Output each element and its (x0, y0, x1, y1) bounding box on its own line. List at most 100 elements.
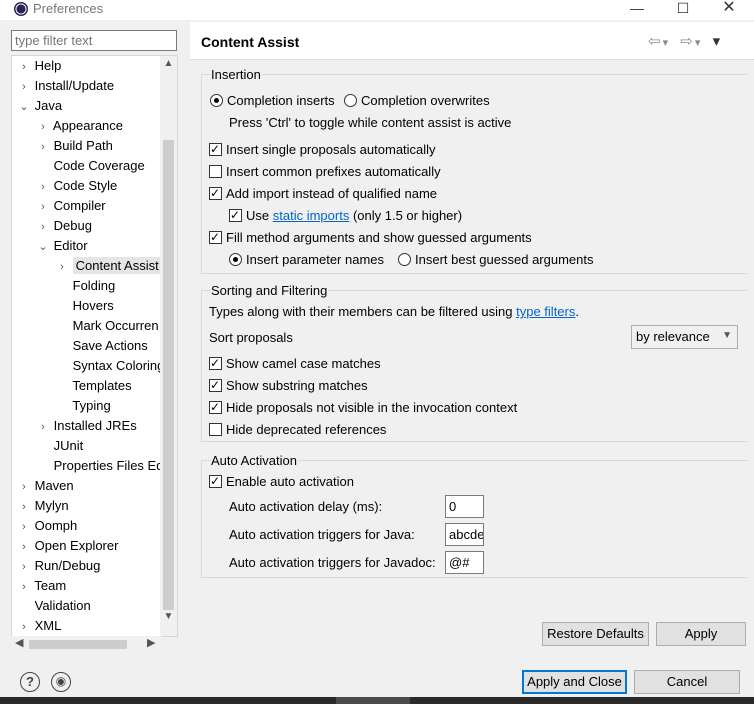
tree-item[interactable]: Validation (17, 596, 91, 616)
close-button[interactable]: ✕ (706, 0, 752, 19)
tree-item[interactable]: › Maven (17, 476, 74, 496)
scroll-thumb[interactable] (163, 140, 174, 610)
filter-input[interactable] (11, 30, 177, 51)
chevron-right-icon[interactable]: › (36, 217, 50, 237)
restore-defaults-button[interactable]: Restore Defaults (542, 622, 649, 646)
back-menu-icon[interactable]: ▾ (663, 36, 669, 49)
tree-item[interactable]: › Run/Debug (17, 556, 100, 576)
chevron-right-icon[interactable]: › (36, 417, 50, 437)
use-static-imports-checkbox[interactable]: Use static imports (only 1.5 or higher) (229, 207, 462, 226)
tree-item-label: Compiler (53, 198, 106, 213)
chevron-right-icon[interactable]: › (36, 177, 50, 197)
tree-item[interactable]: Code Coverage (36, 156, 145, 176)
tree-item[interactable]: JUnit (36, 436, 84, 456)
tree-vertical-scrollbar[interactable]: ▲ ▼ (160, 56, 177, 636)
add-import-checkbox[interactable]: Add import instead of qualified name (209, 185, 437, 204)
tree-item[interactable]: Templates (55, 376, 131, 396)
help-icon[interactable]: ? (20, 672, 40, 692)
chevron-down-icon[interactable]: ⌄ (17, 97, 31, 117)
substring-checkbox[interactable]: Show substring matches (209, 377, 368, 396)
javadoc-triggers-input[interactable]: @# (445, 551, 484, 574)
tree-item[interactable]: › XML (17, 616, 61, 636)
tree-item-label: Oomph (34, 518, 78, 533)
chevron-down-icon[interactable]: ⌄ (36, 237, 50, 257)
back-arrow-icon[interactable]: ⇦ (648, 32, 661, 50)
tree-item[interactable]: Properties Files Ed (36, 456, 164, 476)
tree-horizontal-scrollbar[interactable]: ◀ ▶ (11, 636, 161, 652)
insert-single-checkbox[interactable]: Insert single proposals automatically (209, 141, 436, 160)
sorting-legend: Sorting and Filtering (210, 283, 329, 298)
scroll-down-icon[interactable]: ▼ (160, 611, 177, 622)
scroll-left-icon[interactable]: ◀ (15, 636, 23, 649)
tree-item[interactable]: › Build Path (36, 136, 113, 156)
preferences-import-icon[interactable]: ◉ (51, 672, 71, 692)
tree-item[interactable]: › Installed JREs (36, 416, 137, 436)
hide-deprecated-checkbox[interactable]: Hide deprecated references (209, 422, 386, 440)
forward-arrow-icon[interactable]: ⇨ (680, 32, 693, 50)
chevron-right-icon[interactable]: › (17, 57, 31, 77)
chevron-right-icon[interactable]: › (17, 577, 31, 597)
chevron-right-icon[interactable]: › (17, 557, 31, 577)
taskbar-strip (0, 697, 754, 704)
type-filters-link[interactable]: type filters (516, 304, 575, 319)
tree-item[interactable]: Typing (55, 396, 110, 416)
tree-item[interactable]: Hovers (55, 296, 114, 316)
chevron-right-icon[interactable]: › (17, 537, 31, 557)
cancel-button[interactable]: Cancel (634, 670, 740, 694)
tree-item[interactable]: ⌄ Java (17, 96, 62, 116)
completion-inserts-radio[interactable]: Completion inserts (210, 93, 335, 111)
chevron-right-icon[interactable]: › (36, 137, 50, 157)
camel-case-checkbox[interactable]: Show camel case matches (209, 355, 381, 374)
tree-item[interactable]: Save Actions (55, 336, 148, 356)
tree-item[interactable]: › Content Assist (55, 256, 162, 276)
tree-item[interactable]: › Mylyn (17, 496, 68, 517)
insert-best-guessed-radio[interactable]: Insert best guessed arguments (398, 252, 594, 270)
tree-item[interactable]: Syntax Coloring (55, 356, 165, 376)
chevron-right-icon[interactable]: › (36, 117, 50, 137)
apply-and-close-button[interactable]: Apply and Close (522, 670, 627, 694)
tree-item[interactable]: › Help (17, 56, 61, 76)
insert-common-checkbox[interactable]: Insert common prefixes automatically (209, 164, 441, 182)
tree-item[interactable]: › Appearance (36, 116, 123, 136)
completion-overwrites-radio[interactable]: Completion overwrites (344, 93, 490, 111)
forward-menu-icon[interactable]: ▾ (695, 36, 701, 49)
tree-item[interactable]: Mark Occurren (55, 316, 159, 336)
chevron-right-icon[interactable]: › (17, 617, 31, 636)
fill-method-checkbox[interactable]: Fill method arguments and show guessed a… (209, 229, 532, 248)
tree-item[interactable]: › Compiler (36, 196, 106, 217)
chevron-right-icon[interactable]: › (17, 497, 31, 517)
scroll-up-icon[interactable]: ▲ (160, 58, 177, 69)
tree-item-label: Validation (34, 598, 91, 613)
sort-proposals-select[interactable]: by relevance ▼ (631, 325, 738, 349)
tree-item-label: JUnit (53, 438, 84, 453)
tree-item[interactable]: › Install/Update (17, 76, 114, 96)
chevron-right-icon[interactable]: › (36, 197, 50, 217)
minimize-button[interactable]: — (614, 0, 660, 19)
hscroll-thumb[interactable] (29, 640, 127, 649)
tree-item[interactable]: › Team (17, 576, 66, 596)
chevron-right-icon[interactable]: › (17, 517, 31, 537)
chevron-right-icon[interactable]: › (55, 257, 69, 277)
tree-item[interactable]: › Code Style (36, 176, 117, 196)
tree-item[interactable]: ⌄ Editor (36, 236, 87, 257)
java-triggers-input[interactable]: abcdefghijklmnopqrstuvwxyz (445, 523, 484, 546)
static-imports-link[interactable]: static imports (273, 208, 350, 223)
tree-item-label: Open Explorer (34, 538, 119, 553)
maximize-button[interactable]: ☐ (660, 0, 706, 19)
delay-input[interactable]: 0 (445, 495, 484, 518)
tree-item[interactable]: Folding (55, 276, 116, 296)
tree-item[interactable]: › Oomph (17, 516, 77, 536)
scroll-right-icon[interactable]: ▶ (147, 636, 155, 649)
chevron-right-icon[interactable]: › (17, 77, 31, 97)
javadoc-triggers-label: Auto activation triggers for Javadoc: (229, 555, 436, 570)
tree-item[interactable]: › Open Explorer (17, 536, 118, 556)
java-triggers-label: Auto activation triggers for Java: (229, 527, 415, 542)
insert-param-names-radio[interactable]: Insert parameter names (229, 252, 384, 270)
hide-invisible-checkbox[interactable]: Hide proposals not visible in the invoca… (209, 399, 517, 418)
enable-auto-activation-checkbox[interactable]: Enable auto activation (209, 473, 354, 492)
tree-item[interactable]: › Debug (36, 216, 92, 236)
apply-button[interactable]: Apply (656, 622, 746, 646)
view-menu-icon[interactable]: ▾ (713, 32, 721, 50)
chevron-right-icon[interactable]: › (17, 477, 31, 497)
tree-item-label: Syntax Coloring (72, 358, 165, 373)
